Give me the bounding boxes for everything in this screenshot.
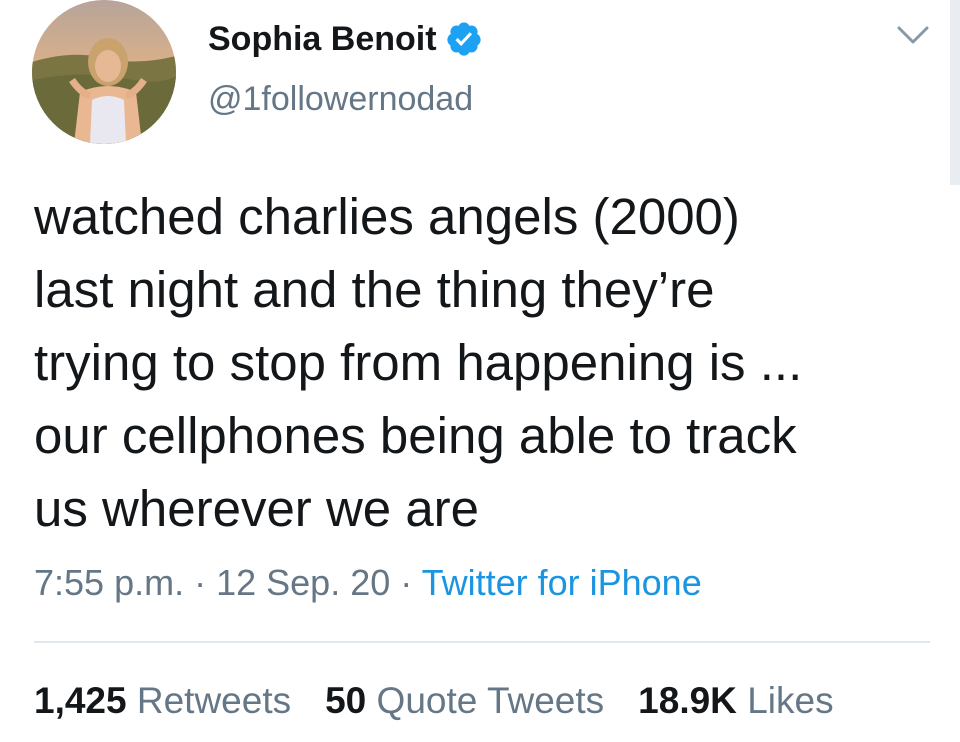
tweet-meta: 7:55 p.m. · 12 Sep. 20 · Twitter for iPh… [34, 562, 702, 604]
quote-tweets-label: Quote Tweets [376, 680, 605, 721]
tweet-card: Sophia Benoit @1followernodad watched ch… [0, 0, 960, 742]
verified-badge-icon [445, 20, 483, 58]
retweets-count: 1,425 [34, 680, 127, 721]
avatar[interactable] [32, 0, 176, 144]
tweet-date[interactable]: 12 Sep. 20 [216, 562, 390, 603]
meta-separator: · [390, 562, 422, 603]
author-handle[interactable]: @1followernodad [208, 80, 473, 119]
author-name-row[interactable]: Sophia Benoit [208, 16, 483, 62]
likes-stat[interactable]: 18.9K Likes [638, 680, 833, 721]
retweets-stat[interactable]: 1,425 Retweets [34, 680, 291, 721]
chevron-down-icon[interactable] [893, 18, 933, 54]
engagement-stats: 1,425 Retweets 50 Quote Tweets 18.9K Likes [34, 680, 868, 722]
tweet-text: watched charlies angels (2000) last nigh… [34, 188, 803, 537]
meta-separator: · [184, 562, 217, 603]
tweet-source-link[interactable]: Twitter for iPhone [422, 562, 702, 603]
scrollbar[interactable] [950, 0, 960, 185]
likes-label: Likes [747, 680, 834, 721]
retweets-label: Retweets [136, 680, 292, 721]
quote-tweets-stat[interactable]: 50 Quote Tweets [325, 680, 604, 721]
divider [34, 641, 930, 643]
display-name[interactable]: Sophia Benoit [208, 20, 437, 59]
quote-tweets-count: 50 [325, 680, 367, 721]
tweet-time[interactable]: 7:55 p.m. [34, 562, 184, 603]
avatar-image [32, 0, 176, 144]
likes-count: 18.9K [638, 680, 737, 721]
